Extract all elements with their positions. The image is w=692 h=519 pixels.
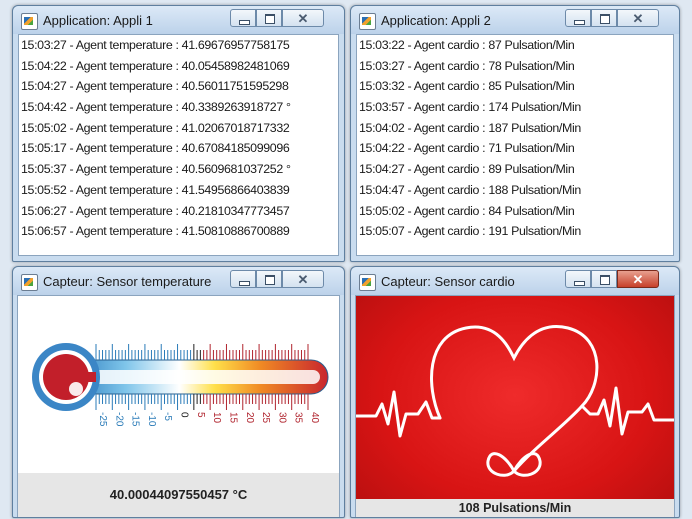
list-item[interactable]: 15:05:17 - Agent temperature : 40.670841… <box>19 138 338 159</box>
scale-label: 35 <box>293 412 304 424</box>
window-appli-2: Application: Appli 2 ✕ 15:03:22 - Agent … <box>350 5 680 262</box>
window-sensor-cardio: Capteur: Sensor cardio ✕ 108 Pulsations/… <box>350 266 680 518</box>
scale-label: -10 <box>146 412 157 427</box>
list-item[interactable]: 15:03:27 - Agent temperature : 41.696769… <box>19 35 338 56</box>
list-item[interactable]: 15:05:02 - Agent cardio : 84 Pulsation/M… <box>357 201 673 222</box>
scale-label: 40 <box>309 412 320 424</box>
window-title: Capteur: Sensor cardio <box>381 274 515 289</box>
minimize-button[interactable] <box>565 270 591 288</box>
log-list[interactable]: 15:03:22 - Agent cardio : 87 Pulsation/M… <box>356 34 674 256</box>
close-icon: ✕ <box>297 11 309 26</box>
minimize-button[interactable] <box>230 9 256 27</box>
scale-label: 15 <box>227 412 238 424</box>
list-item[interactable]: 15:06:57 - Agent temperature : 41.508108… <box>19 221 338 242</box>
heartbeat-heart-icon <box>356 325 674 477</box>
minimize-button[interactable] <box>230 270 256 288</box>
title-bar[interactable]: Capteur: Sensor temperature ✕ <box>13 267 344 295</box>
close-icon: ✕ <box>632 11 644 26</box>
maximize-button[interactable] <box>591 9 617 27</box>
list-item[interactable]: 15:04:22 - Agent cardio : 71 Pulsation/M… <box>357 138 673 159</box>
title-bar[interactable]: Capteur: Sensor cardio ✕ <box>351 267 679 295</box>
java-app-icon <box>21 274 38 291</box>
list-item[interactable]: 15:04:27 - Agent cardio : 89 Pulsation/M… <box>357 159 673 180</box>
java-app-icon <box>21 13 38 30</box>
sensor-panel: 108 Pulsations/Min <box>355 295 675 517</box>
java-app-icon <box>359 13 376 30</box>
scale-label: 20 <box>244 412 255 424</box>
maximize-button[interactable] <box>591 270 617 288</box>
list-item[interactable]: 15:04:02 - Agent cardio : 187 Pulsation/… <box>357 118 673 139</box>
scale-label: 25 <box>260 412 271 424</box>
list-item[interactable]: 15:06:27 - Agent temperature : 40.218103… <box>19 201 338 222</box>
close-button[interactable]: ✕ <box>617 270 659 288</box>
scale-label: 5 <box>195 412 206 418</box>
list-item[interactable]: 15:05:07 - Agent cardio : 191 Pulsation/… <box>357 221 673 242</box>
scale-label: -5 <box>162 412 173 421</box>
java-app-icon <box>359 274 376 291</box>
window-title: Application: Appli 1 <box>43 13 153 28</box>
scale-label: -25 <box>97 412 108 427</box>
maximize-button[interactable] <box>256 270 282 288</box>
list-item[interactable]: 15:05:52 - Agent temperature : 41.549568… <box>19 180 338 201</box>
list-item[interactable]: 15:05:37 - Agent temperature : 40.560968… <box>19 159 338 180</box>
log-list[interactable]: 15:03:27 - Agent temperature : 41.696769… <box>18 34 339 256</box>
window-appli-1: Application: Appli 1 ✕ 15:03:27 - Agent … <box>12 5 345 262</box>
scale-label: 30 <box>276 412 287 424</box>
window-title: Application: Appli 2 <box>381 13 491 28</box>
thermometer-graphic: -25 -20 -15 -10 -5 0 5 10 15 20 25 30 35 40 <box>32 343 329 427</box>
list-item[interactable]: 15:04:27 - Agent temperature : 40.560117… <box>19 76 338 97</box>
close-icon: ✕ <box>632 272 644 287</box>
list-item[interactable]: 15:04:47 - Agent cardio : 188 Pulsation/… <box>357 180 673 201</box>
window-sensor-temperature: Capteur: Sensor temperature ✕ -25 -20 -1… <box>12 266 345 518</box>
cardio-reading: 108 Pulsations/Min <box>356 499 674 517</box>
scale-label: -20 <box>113 412 124 427</box>
scale-label: 0 <box>179 412 190 418</box>
title-bar[interactable]: Application: Appli 1 ✕ <box>13 6 344 34</box>
window-title: Capteur: Sensor temperature <box>43 274 212 289</box>
list-item[interactable]: 15:04:42 - Agent temperature : 40.338926… <box>19 97 338 118</box>
list-item[interactable]: 15:03:57 - Agent cardio : 174 Pulsation/… <box>357 97 673 118</box>
list-item[interactable]: 15:03:27 - Agent cardio : 78 Pulsation/M… <box>357 56 673 77</box>
list-item[interactable]: 15:03:22 - Agent cardio : 87 Pulsation/M… <box>357 35 673 56</box>
scale-label: 10 <box>211 412 222 424</box>
minimize-button[interactable] <box>565 9 591 27</box>
close-button[interactable]: ✕ <box>617 9 659 27</box>
close-icon: ✕ <box>297 272 309 287</box>
list-item[interactable]: 15:05:02 - Agent temperature : 41.020670… <box>19 118 338 139</box>
scale-label: -15 <box>130 412 141 427</box>
close-button[interactable]: ✕ <box>282 9 324 27</box>
list-item[interactable]: 15:03:32 - Agent cardio : 85 Pulsation/M… <box>357 76 673 97</box>
temperature-reading: 40.00044097550457 °C <box>18 473 339 517</box>
list-item[interactable]: 15:04:22 - Agent temperature : 40.054589… <box>19 56 338 77</box>
close-button[interactable]: ✕ <box>282 270 324 288</box>
title-bar[interactable]: Application: Appli 2 ✕ <box>351 6 679 34</box>
maximize-button[interactable] <box>256 9 282 27</box>
sensor-panel: -25 -20 -15 -10 -5 0 5 10 15 20 25 30 35 40 40.000440… <box>17 295 340 517</box>
